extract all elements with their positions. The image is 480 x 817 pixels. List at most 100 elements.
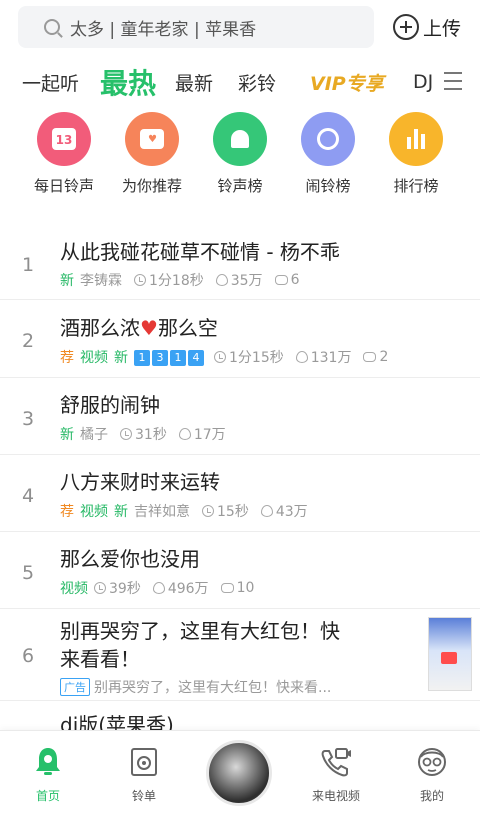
heart-emoji-icon: ♥	[140, 316, 158, 340]
play-count: 131万	[310, 350, 352, 366]
ad-title-line1: 别再哭穷了，这里有大红包！快	[60, 619, 340, 643]
menu-icon[interactable]	[444, 72, 462, 90]
song-meta: 新 橘子 31秒 17万	[60, 424, 238, 444]
new-tag: 新	[60, 273, 74, 289]
upload-label: 上传	[423, 17, 462, 40]
author: 吉祥如意	[134, 504, 190, 520]
comment-count: 6	[290, 272, 300, 288]
bell-icon	[213, 112, 267, 166]
play-count: 496万	[167, 581, 209, 597]
song-title: 酒那么浓♥那么空	[60, 316, 218, 340]
list-item[interactable]: 2 酒那么浓♥那么空 荐 视频 新 1314 1分15秒 131万 2	[0, 300, 480, 378]
rank-number: 6	[22, 645, 35, 667]
song-meta: 荐 视频 新 1314 1分15秒 131万 2	[60, 347, 400, 367]
song-meta: 视频 39秒 496万 10	[60, 578, 266, 598]
video-tag: 视频	[80, 350, 108, 366]
rank-number: 2	[22, 330, 35, 352]
flame-icon	[260, 505, 273, 517]
video-tag: 视频	[80, 504, 108, 520]
plus-circle-icon	[393, 14, 419, 40]
comment-icon	[274, 275, 288, 285]
nav-profile[interactable]: 我的	[392, 745, 472, 804]
duration: 31秒	[135, 427, 167, 443]
rank-number: 4	[22, 485, 35, 507]
duration: 39秒	[109, 581, 141, 597]
category-daily-ringtone[interactable]: 13 每日铃声	[16, 112, 112, 196]
play-count: 35万	[230, 273, 263, 289]
nav-playlist[interactable]: 铃单	[104, 745, 184, 804]
flame-icon	[152, 582, 165, 594]
comment-count: 10	[236, 580, 255, 596]
video-call-icon	[321, 748, 351, 777]
new-tag: 新	[114, 504, 128, 520]
search-suggestion-text: 太多 | 童年老家 | 苹果香	[70, 19, 257, 40]
category-ringtone-chart[interactable]: 铃声榜	[192, 112, 288, 196]
list-item[interactable]: 4 八方来财时来运转 荐 视频 新 吉祥如意 15秒 43万	[0, 455, 480, 532]
calendar-icon: 13	[37, 112, 91, 166]
video-tag: 视频	[60, 581, 88, 597]
alarm-clock-icon	[301, 112, 355, 166]
tab-newest[interactable]: 最新	[175, 58, 213, 106]
playlist-icon	[131, 748, 157, 776]
category-recommend[interactable]: ♥ 为你推荐	[104, 112, 200, 196]
clock-icon	[134, 274, 146, 286]
rank-number: 1	[22, 254, 35, 276]
search-icon	[44, 19, 60, 35]
tab-dj[interactable]: DJ	[413, 58, 433, 106]
duration: 1分15秒	[229, 350, 284, 366]
tab-hottest[interactable]: 最热	[100, 58, 156, 106]
flame-icon	[295, 351, 308, 363]
comment-count: 2	[379, 349, 389, 365]
song-title: 从此我碰花碰草不碰情 - 杨不乖	[60, 240, 340, 264]
ad-badge: 广告	[60, 678, 90, 696]
rank-number: 3	[22, 408, 35, 430]
clock-icon	[94, 582, 106, 594]
recommend-tag: 荐	[60, 350, 74, 366]
tab-together[interactable]: 一起听	[22, 58, 79, 106]
ad-text: 别再哭穷了，这里有大红包！快来看...	[94, 680, 332, 696]
ad-title-line2: 来看看！	[60, 647, 140, 671]
list-item[interactable]: 3 舒服的闹钟 新 橘子 31秒 17万	[0, 378, 480, 455]
category-tabs: 一起听 最热 最新 彩铃 VIP专享 DJ	[0, 58, 480, 106]
list-item[interactable]: 5 那么爱你也没用 视频 39秒 496万 10	[0, 532, 480, 609]
duration: 15秒	[217, 504, 249, 520]
flame-icon	[178, 428, 191, 440]
song-title: 八方来财时来运转	[60, 470, 220, 494]
recommend-tag: 荐	[60, 504, 74, 520]
recommend-icon: ♥	[125, 112, 179, 166]
tab-vip[interactable]: VIP专享	[310, 58, 384, 106]
new-tag: 新	[60, 427, 74, 443]
category-shortcuts: 13 每日铃声 ♥ 为你推荐 铃声榜 闹铃榜 排行榜	[0, 112, 480, 202]
ad-list-item[interactable]: 6 别再哭穷了，这里有大红包！快 来看看！ 广告 别再哭穷了，这里有大红包！快来…	[0, 609, 480, 701]
comment-icon	[220, 583, 234, 593]
clock-icon	[214, 351, 226, 363]
clock-icon	[120, 428, 132, 440]
category-alarm-chart[interactable]: 闹铃榜	[280, 112, 376, 196]
nav-home[interactable]: 首页	[8, 745, 88, 804]
clock-icon	[202, 505, 214, 517]
top-bar: 太多 | 童年老家 | 苹果香 上传	[0, 0, 480, 56]
duration: 1分18秒	[149, 273, 204, 289]
author: 李铸霖	[80, 273, 122, 289]
play-count: 17万	[193, 427, 226, 443]
category-ranking[interactable]: 排行榜	[368, 112, 464, 196]
tab-ringback[interactable]: 彩铃	[238, 58, 276, 106]
song-title: 那么爱你也没用	[60, 547, 200, 571]
upload-button[interactable]: 上传	[393, 12, 461, 42]
rank-number: 5	[22, 562, 35, 584]
home-bell-icon	[36, 748, 60, 775]
search-bar[interactable]: 太多 | 童年老家 | 苹果香	[18, 6, 374, 48]
profile-icon	[418, 748, 446, 776]
play-count: 43万	[275, 504, 308, 520]
nav-video-call[interactable]: 来电视频	[296, 745, 376, 804]
ad-thumbnail[interactable]	[428, 617, 472, 691]
song-title: 舒服的闹钟	[60, 393, 160, 417]
flame-icon	[215, 274, 228, 286]
list-item[interactable]: 1 从此我碰花碰草不碰情 - 杨不乖 新 李铸霖 1分18秒 35万 6	[0, 224, 480, 300]
new-tag: 新	[114, 350, 128, 366]
now-playing-avatar[interactable]	[206, 740, 272, 806]
bar-chart-icon	[389, 112, 443, 166]
author: 橘子	[80, 427, 108, 443]
song-meta: 荐 视频 新 吉祥如意 15秒 43万	[60, 501, 320, 521]
ad-meta: 广告 别再哭穷了，这里有大红包！快来看...	[60, 677, 331, 697]
